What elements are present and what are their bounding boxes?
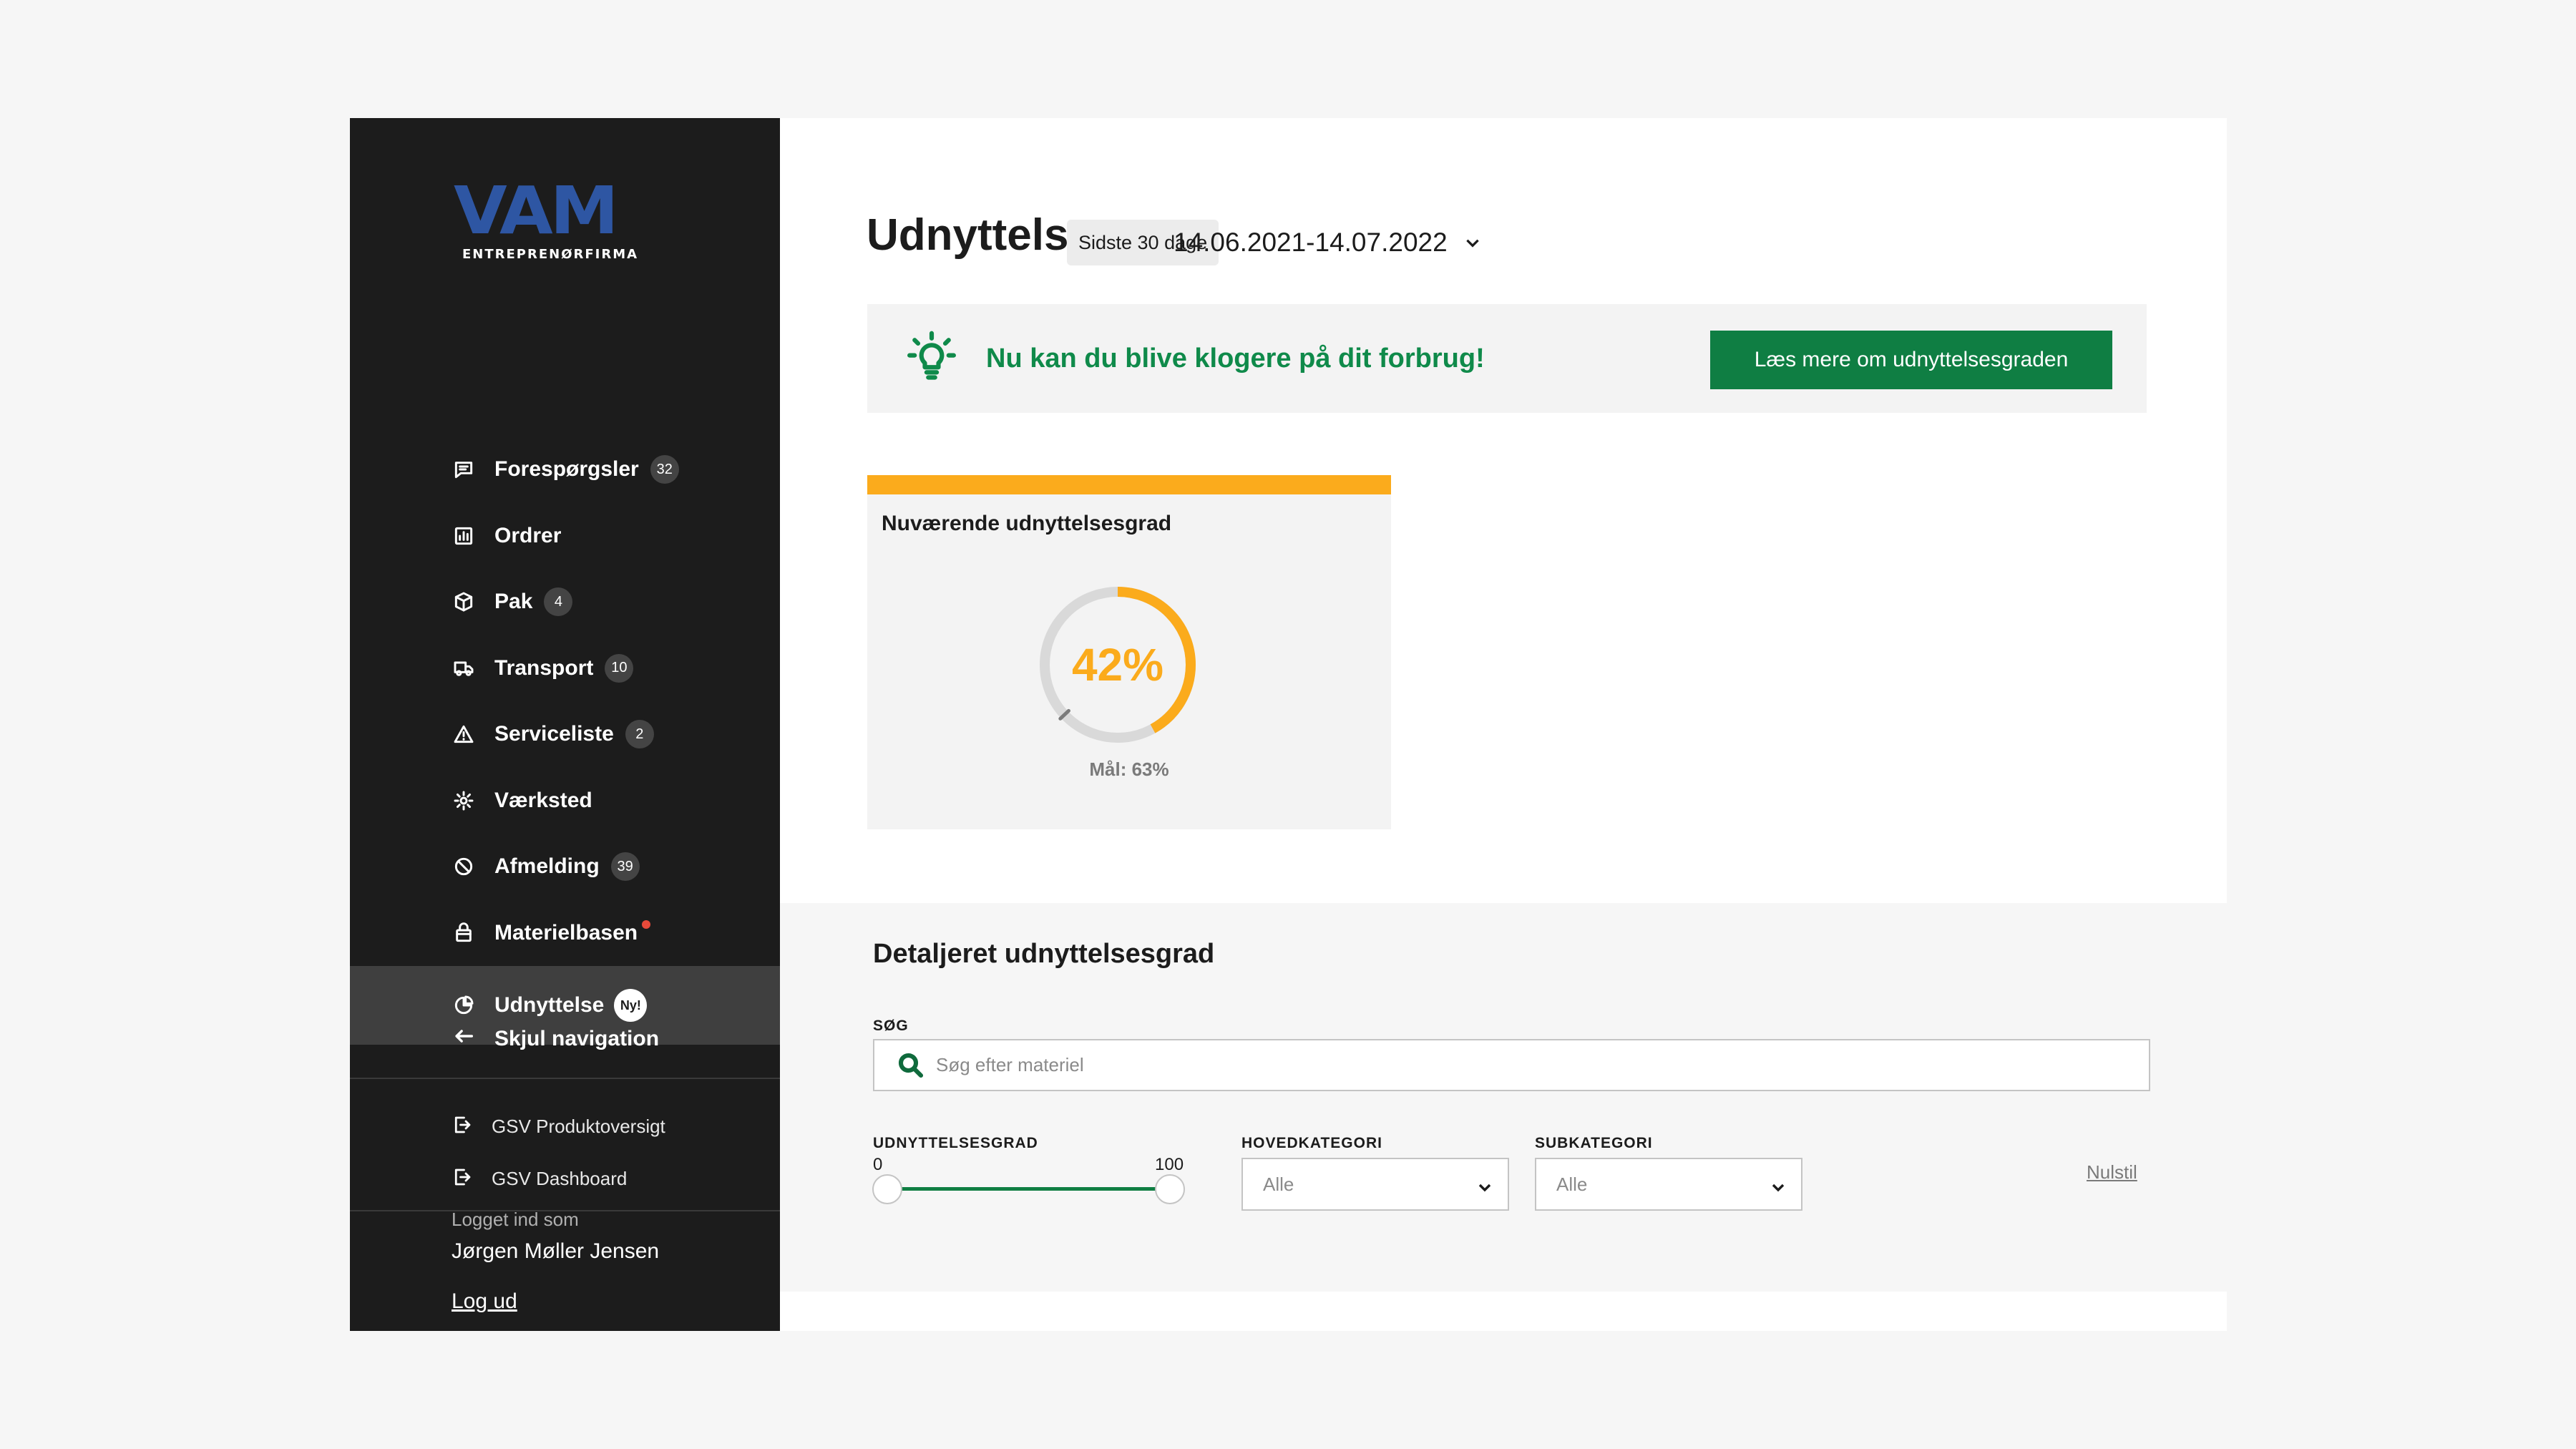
notification-dot bbox=[642, 919, 651, 929]
chart-icon bbox=[452, 524, 476, 548]
date-range-picker[interactable]: 14.06.2021-14.07.2022 bbox=[1174, 220, 1482, 265]
bag-icon bbox=[452, 921, 476, 945]
reset-link[interactable]: Nulstil bbox=[2087, 1161, 2137, 1184]
count-badge: 39 bbox=[610, 852, 640, 882]
sub-category-value: Alle bbox=[1556, 1173, 1588, 1195]
main-category-value: Alle bbox=[1263, 1173, 1294, 1195]
logo-mark: VAM bbox=[454, 172, 619, 249]
sidebar-item-label: Materielbasen bbox=[494, 920, 638, 945]
sub-category-label: SUBKATEGORI bbox=[1535, 1135, 1653, 1151]
main-category-label: HOVEDKATEGORI bbox=[1241, 1135, 1382, 1151]
gear-icon bbox=[452, 789, 476, 813]
search-input[interactable] bbox=[936, 1054, 2081, 1076]
count-badge: 4 bbox=[544, 587, 573, 617]
link-gsv-produktoversigt[interactable]: GSV Produktoversigt bbox=[350, 1101, 780, 1153]
card-accent-bar bbox=[867, 475, 1391, 494]
package-icon bbox=[452, 590, 476, 614]
arrow-left-icon bbox=[452, 1024, 476, 1055]
logo-subtitle: ENTREPRENØRFIRMA bbox=[462, 247, 639, 262]
utilization-gauge: 42% bbox=[1032, 579, 1204, 751]
lightbulb-icon bbox=[904, 330, 959, 388]
page-title: Udnyttelse bbox=[867, 210, 1093, 260]
sidebar: VAM ENTREPRENØRFIRMA Forespørgsler 32 Or… bbox=[350, 118, 780, 1331]
sidebar-item-vaerksted[interactable]: Værksted bbox=[350, 768, 780, 834]
slider-max-value: 100 bbox=[1155, 1155, 1184, 1174]
user-name: Jørgen Møller Jensen bbox=[452, 1239, 660, 1263]
read-more-button[interactable]: Læs mere om udnyttelsesgraden bbox=[1710, 331, 2112, 389]
date-range-value: 14.06.2021-14.07.2022 bbox=[1174, 228, 1448, 257]
search-field[interactable] bbox=[873, 1039, 2150, 1091]
sidebar-item-label: Forespørgsler bbox=[494, 457, 639, 482]
external-link-label: GSV Produktoversigt bbox=[492, 1116, 665, 1137]
sidebar-item-label: Serviceliste bbox=[494, 722, 614, 746]
sidebar-item-label: Ordrer bbox=[494, 523, 562, 547]
main-content: Udnyttelse Sidste 30 dage 14.06.2021-14.… bbox=[780, 118, 2227, 1331]
sidebar-item-serviceliste[interactable]: Serviceliste 2 bbox=[350, 701, 780, 768]
chevron-down-icon bbox=[1465, 239, 1479, 248]
slider-min-handle[interactable] bbox=[872, 1174, 902, 1204]
count-badge: 32 bbox=[650, 455, 679, 484]
logout-link[interactable]: Log ud bbox=[452, 1289, 517, 1314]
detail-title: Detaljeret udnyttelsesgrad bbox=[873, 939, 1215, 969]
external-link-icon bbox=[452, 1114, 473, 1139]
slider-min-value: 0 bbox=[873, 1155, 883, 1174]
logged-in-label: Logget ind som bbox=[452, 1209, 579, 1230]
sidebar-item-ordrer[interactable]: Ordrer bbox=[350, 503, 780, 570]
user-block: Logget ind som Jørgen Møller Jensen Log … bbox=[452, 1163, 659, 1314]
chat-icon bbox=[452, 457, 476, 482]
count-badge: 2 bbox=[625, 720, 654, 749]
sub-category-select[interactable]: Alle bbox=[1535, 1158, 1802, 1211]
sidebar-item-forespoergsler[interactable]: Forespørgsler 32 bbox=[350, 436, 780, 503]
hide-navigation-label: Skjul navigation bbox=[494, 1027, 660, 1050]
gauge-value: 42% bbox=[1071, 639, 1164, 691]
sidebar-item-label: Værksted bbox=[494, 788, 592, 812]
detail-section: Detaljeret udnyttelsesgrad SØG UDNYTTELS… bbox=[780, 903, 2227, 1292]
utilization-card: Nuværende udnyttelsesgrad 42% Mål: 63% bbox=[867, 475, 1391, 829]
logo: VAM ENTREPRENØRFIRMA bbox=[454, 178, 639, 263]
goal-label: Mål: 63% bbox=[1089, 758, 1169, 780]
block-icon bbox=[452, 854, 476, 879]
count-badge: 10 bbox=[605, 653, 634, 683]
slider-label: UDNYTTELSESGRAD bbox=[873, 1135, 1038, 1151]
sidebar-item-afmelding[interactable]: Afmelding 39 bbox=[350, 834, 780, 900]
hide-navigation-button[interactable]: Skjul navigation bbox=[350, 1000, 780, 1079]
sidebar-item-transport[interactable]: Transport 10 bbox=[350, 635, 780, 702]
search-icon bbox=[898, 1053, 924, 1078]
warning-icon bbox=[452, 722, 476, 746]
truck-icon bbox=[452, 656, 476, 680]
sidebar-item-label: Transport bbox=[494, 655, 594, 680]
app-window: VAM ENTREPRENØRFIRMA Forespørgsler 32 Or… bbox=[350, 118, 2227, 1331]
chevron-down-icon bbox=[1478, 1184, 1491, 1192]
banner-text: Nu kan du blive klogere på dit forbrug! bbox=[986, 343, 1485, 374]
sidebar-nav: Forespørgsler 32 Ordrer Pak 4 Transport … bbox=[350, 436, 780, 1045]
sidebar-item-pak[interactable]: Pak 4 bbox=[350, 569, 780, 635]
card-title: Nuværende udnyttelsesgrad bbox=[882, 512, 1172, 535]
info-banner: Nu kan du blive klogere på dit forbrug! … bbox=[867, 304, 2147, 413]
sidebar-item-label: Afmelding bbox=[494, 854, 600, 879]
sidebar-item-label: Pak bbox=[494, 590, 533, 614]
sidebar-item-materielbasen[interactable]: Materielbasen bbox=[350, 900, 780, 967]
slider-track[interactable] bbox=[887, 1187, 1166, 1191]
slider-max-handle[interactable] bbox=[1155, 1174, 1185, 1204]
chevron-down-icon bbox=[1772, 1184, 1785, 1192]
search-label: SØG bbox=[873, 1018, 909, 1034]
main-category-select[interactable]: Alle bbox=[1241, 1158, 1509, 1211]
